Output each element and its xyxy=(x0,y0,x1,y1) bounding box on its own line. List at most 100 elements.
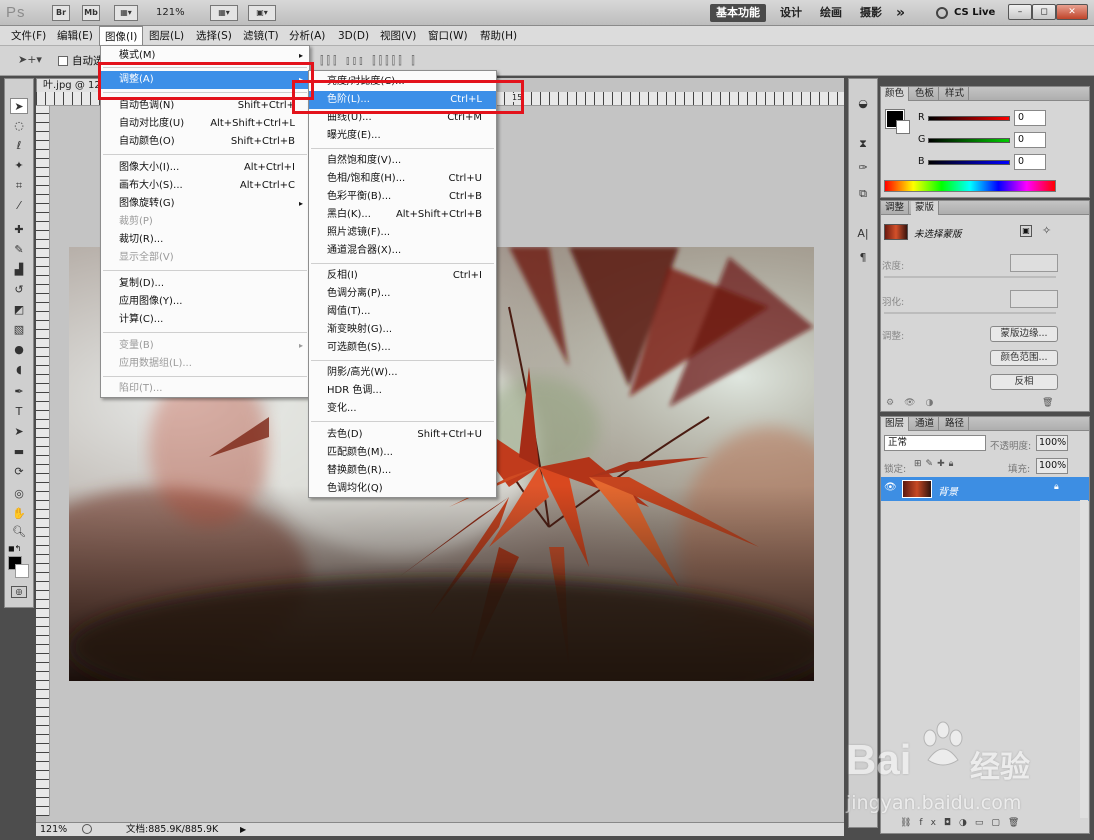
tab-color[interactable]: 颜色 xyxy=(881,87,910,101)
r-value[interactable]: 0 xyxy=(1014,110,1046,126)
menu-item-gradient-map[interactable]: 渐变映射(G)... xyxy=(309,321,496,339)
pixel-mask-icon[interactable]: ▣ xyxy=(1020,225,1032,237)
hand-tool-icon[interactable]: ✋ xyxy=(10,506,28,522)
workspace-essentials[interactable]: 基本功能 xyxy=(710,4,766,22)
menu-item-black-white[interactable]: 黑白(K)... Alt+Shift+Ctrl+B xyxy=(309,206,496,224)
menu-item-trap[interactable]: 陷印(T)... xyxy=(101,380,309,398)
view-extras-icon[interactable]: ▦▾ xyxy=(114,5,138,21)
zoom-tool-icon[interactable]: 🔍︎ xyxy=(10,524,28,540)
menu-item-desaturate[interactable]: 去色(D) Shift+Ctrl+U xyxy=(309,426,496,444)
tab-styles[interactable]: 样式 xyxy=(941,87,970,101)
menu-item-apply-data-set[interactable]: 应用数据组(L)... xyxy=(101,355,309,373)
dodge-tool-icon[interactable]: ◖ xyxy=(10,362,28,378)
density-input[interactable] xyxy=(1010,254,1058,272)
menu-select[interactable]: 选择(S) xyxy=(191,26,237,46)
shape-tool-icon[interactable]: ▬ xyxy=(10,444,28,460)
swap-colors-icon[interactable]: ◼↰ xyxy=(8,544,30,554)
menu-item-posterize[interactable]: 色调分离(P)... xyxy=(309,285,496,303)
menu-item-auto-color[interactable]: 自动颜色(O) Shift+Ctrl+B xyxy=(101,133,309,151)
vector-mask-icon[interactable]: ✧ xyxy=(1042,224,1051,237)
path-select-icon[interactable]: ➤ xyxy=(10,424,28,440)
3d-rotate-icon[interactable]: ⟳ xyxy=(10,464,28,480)
zoom-level[interactable]: 121% xyxy=(156,7,185,18)
character-panel-icon[interactable]: A| xyxy=(854,226,872,242)
layer-visibility-icon[interactable]: 👁︎ xyxy=(884,482,897,493)
status-info-icon[interactable] xyxy=(82,824,92,834)
minimize-button[interactable]: – xyxy=(1008,4,1032,20)
cslive-label[interactable]: CS Live xyxy=(954,7,995,18)
stamp-tool-icon[interactable]: ▟ xyxy=(10,262,28,278)
menu-analysis[interactable]: 分析(A) xyxy=(284,26,330,46)
menu-help[interactable]: 帮助(H) xyxy=(475,26,522,46)
color-spectrum-bar[interactable] xyxy=(884,180,1056,192)
menu-item-image-size[interactable]: 图像大小(I)... Alt+Ctrl+I xyxy=(101,159,309,177)
cslive-icon[interactable] xyxy=(936,7,948,19)
brush-panel-icon[interactable]: ✑ xyxy=(854,160,872,176)
menu-file[interactable]: 文件(F) xyxy=(6,26,51,46)
clone-source-icon[interactable]: ⧉ xyxy=(854,186,872,202)
menu-item-color-balance[interactable]: 色彩平衡(B)... Ctrl+B xyxy=(309,188,496,206)
b-slider[interactable] xyxy=(928,160,1010,165)
eyedropper-icon[interactable]: ⁄ xyxy=(10,198,28,214)
menu-item-photo-filter[interactable]: 照片滤镜(F)... xyxy=(309,224,496,242)
minibridge-button[interactable]: Mb xyxy=(82,5,100,21)
feather-slider[interactable] xyxy=(884,312,1056,314)
g-slider[interactable] xyxy=(928,138,1010,143)
status-arrow-icon[interactable]: ▶ xyxy=(240,823,246,836)
more-workspaces-icon[interactable]: » xyxy=(890,4,911,22)
color-range-button[interactable]: 颜色范围... xyxy=(990,350,1058,366)
mask-edge-button[interactable]: 蒙版边缘... xyxy=(990,326,1058,342)
menu-item-variations[interactable]: 变化... xyxy=(309,400,496,418)
lock-icons[interactable]: ⊞✎✚🔒︎ xyxy=(914,459,957,469)
marquee-tool-icon[interactable]: ◌ xyxy=(10,118,28,134)
eraser-tool-icon[interactable]: ◩ xyxy=(10,302,28,318)
menu-edit[interactable]: 编辑(E) xyxy=(52,26,98,46)
menu-item-hdr-toning[interactable]: HDR 色调... xyxy=(309,382,496,400)
history-panel-icon[interactable]: ◒ xyxy=(854,96,872,112)
menu-item-exposure[interactable]: 曝光度(E)... xyxy=(309,127,496,145)
g-value[interactable]: 0 xyxy=(1014,132,1046,148)
tab-layers[interactable]: 图层 xyxy=(881,417,910,431)
arrange-documents-icon[interactable]: ▦▾ xyxy=(210,5,238,21)
menu-item-duplicate[interactable]: 复制(D)... xyxy=(101,275,309,293)
quick-mask-icon[interactable]: ◎ xyxy=(11,586,27,598)
background-color-swatch[interactable] xyxy=(15,564,29,578)
paragraph-panel-icon[interactable]: ¶ xyxy=(854,250,872,266)
menu-item-canvas-size[interactable]: 画布大小(S)... Alt+Ctrl+C xyxy=(101,177,309,195)
tab-swatches[interactable]: 色板 xyxy=(911,87,940,101)
menu-item-calculations[interactable]: 计算(C)... xyxy=(101,311,309,329)
menu-view[interactable]: 视图(V) xyxy=(375,26,421,46)
menu-item-channel-mixer[interactable]: 通道混合器(X)... xyxy=(309,242,496,260)
menu-item-invert[interactable]: 反相(I) Ctrl+I xyxy=(309,267,496,285)
fill-input[interactable]: 100% xyxy=(1036,458,1068,474)
menu-item-replace-color[interactable]: 替换颜色(R)... xyxy=(309,462,496,480)
bg-color-chip[interactable] xyxy=(896,120,910,134)
menu-layer[interactable]: 图层(L) xyxy=(144,26,189,46)
menu-item-hue-saturation[interactable]: 色相/饱和度(H)... Ctrl+U xyxy=(309,170,496,188)
tab-adjustments[interactable]: 调整 xyxy=(881,201,910,215)
gradient-tool-icon[interactable]: ▧ xyxy=(10,322,28,338)
crop-tool-icon[interactable]: ⌗ xyxy=(10,178,28,194)
menu-item-auto-contrast[interactable]: 自动对比度(U) Alt+Shift+Ctrl+L xyxy=(101,115,309,133)
menu-item-reveal-all[interactable]: 显示全部(V) xyxy=(101,249,309,267)
workspace-design[interactable]: 设计 xyxy=(774,4,808,22)
menu-filter[interactable]: 滤镜(T) xyxy=(238,26,284,46)
brush-tool-icon[interactable]: ✎ xyxy=(10,242,28,258)
close-button[interactable]: ✕ xyxy=(1056,4,1088,20)
menu-item-vibrance[interactable]: 自然饱和度(V)... xyxy=(309,152,496,170)
invert-button[interactable]: 反相 xyxy=(990,374,1058,390)
adjustments-panel-icon[interactable]: ⧗ xyxy=(854,136,872,152)
tab-masks[interactable]: 蒙版 xyxy=(911,201,940,215)
menu-window[interactable]: 窗口(W) xyxy=(423,26,473,46)
healing-brush-icon[interactable]: ✚ xyxy=(10,222,28,238)
menu-item-apply-image[interactable]: 应用图像(Y)... xyxy=(101,293,309,311)
status-zoom[interactable]: 121% xyxy=(40,823,67,836)
layer-name[interactable]: 背景 xyxy=(938,483,958,498)
move-tool-preset-icon[interactable]: ➤+▾ xyxy=(18,54,46,66)
b-value[interactable]: 0 xyxy=(1014,154,1046,170)
tab-paths[interactable]: 路径 xyxy=(941,417,970,431)
menu-image[interactable]: 图像(I) xyxy=(99,26,144,47)
align-icons[interactable]: ⫿⫿⫿ ⫾⫾⫾ ⫿⫿⫿⫿⫿ ⫿ xyxy=(320,54,418,68)
restore-button[interactable]: ◻ xyxy=(1032,4,1056,20)
menu-item-equalize[interactable]: 色调均化(Q) xyxy=(309,480,496,498)
